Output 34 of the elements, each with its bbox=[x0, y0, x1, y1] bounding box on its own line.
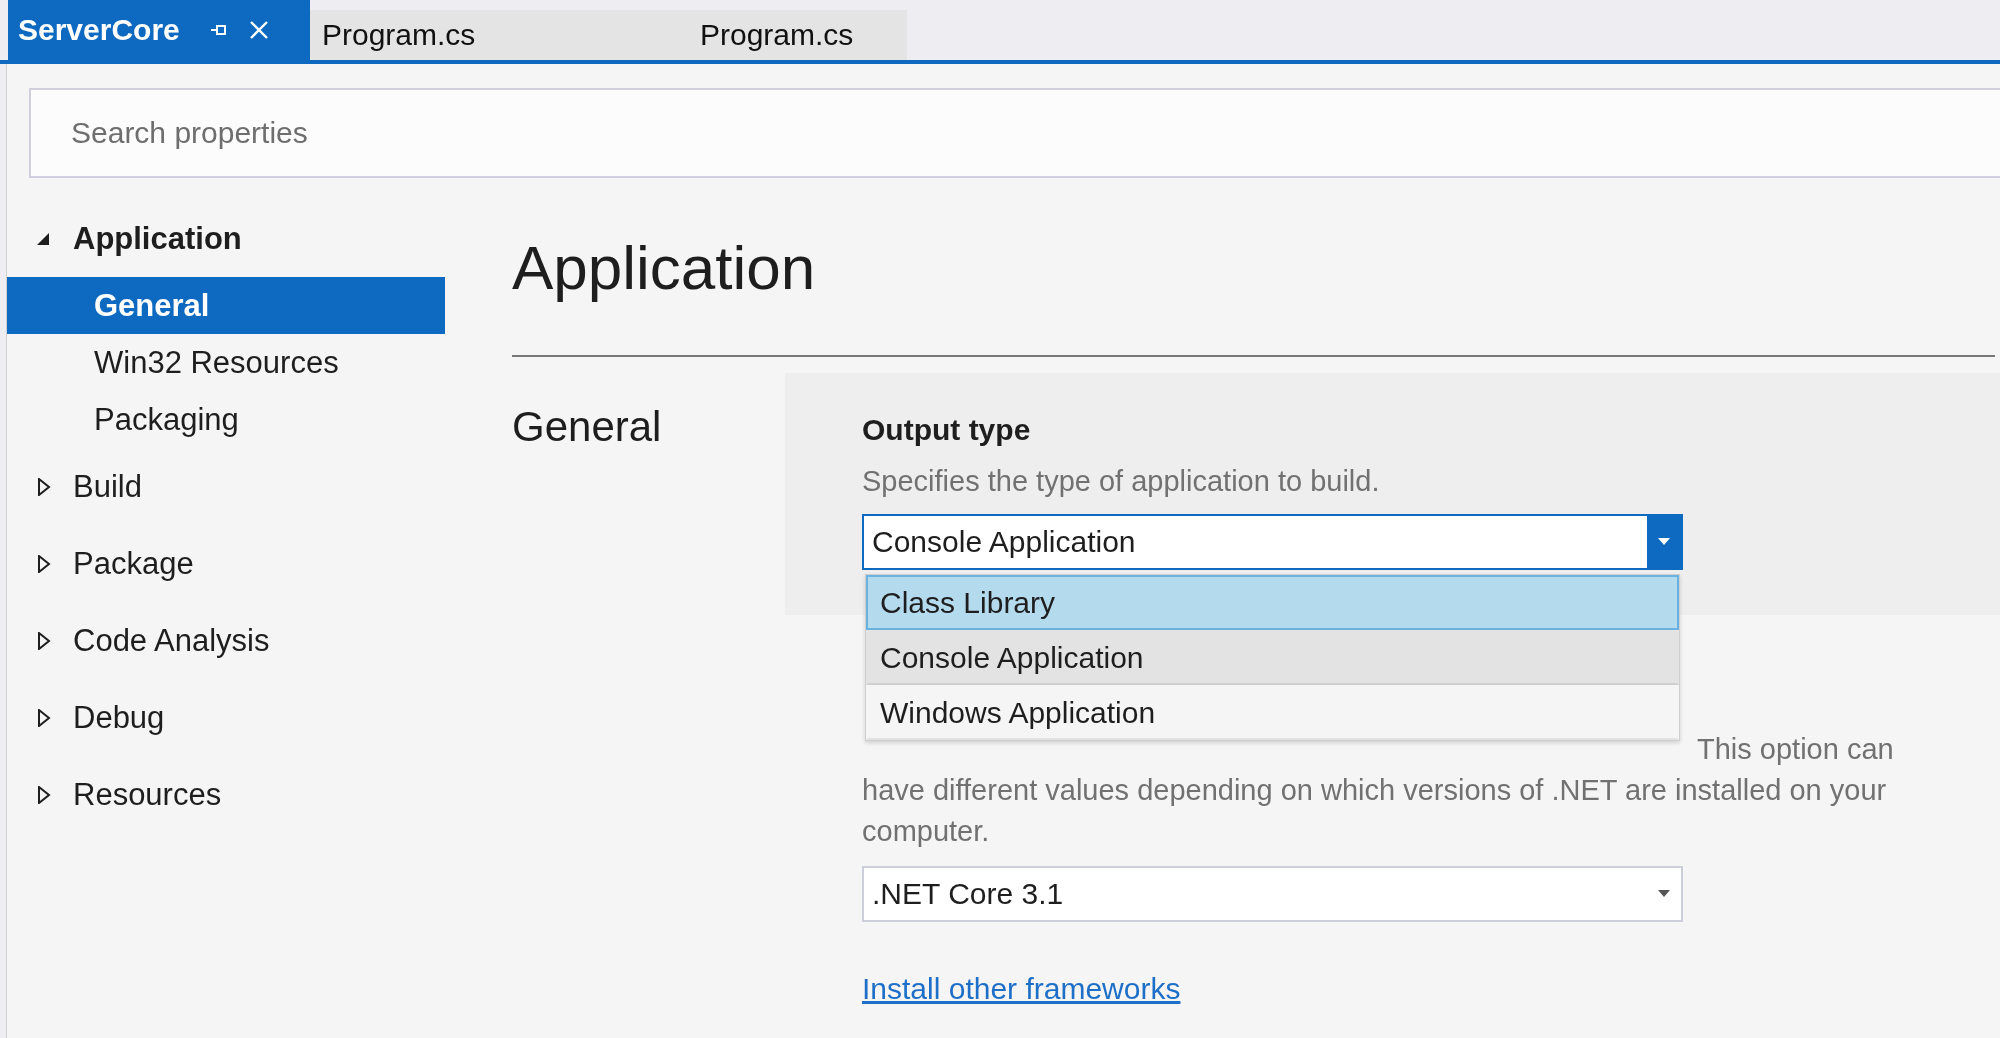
tab[interactable]: Program.cs bbox=[600, 10, 907, 60]
sidebar-item[interactable]: General bbox=[7, 277, 445, 334]
setting-description: Specifies the type of application to build. bbox=[862, 464, 1381, 499]
sidebar-item[interactable]: Package bbox=[7, 525, 445, 602]
dropdown[interactable]: .NET Core 3.1 bbox=[862, 866, 1683, 922]
close-icon bbox=[247, 19, 270, 41]
dropdown-option[interactable]: Class Library bbox=[866, 575, 1679, 630]
sidebar-item[interactable]: Packaging bbox=[7, 391, 445, 448]
sidebar-item[interactable]: Debug bbox=[7, 679, 445, 756]
install-link[interactable]: Install other frameworks bbox=[862, 972, 1181, 1005]
search-field[interactable]: Search properties bbox=[29, 88, 2000, 178]
collapsed-triangle-icon bbox=[37, 477, 51, 496]
dropdown-option[interactable]: Console Application bbox=[866, 630, 1679, 685]
collapsed-triangle-icon bbox=[37, 708, 51, 727]
sidebar-item[interactable]: Win32 Resources bbox=[7, 334, 445, 391]
dropdown-value: .NET Core 3.1 bbox=[871, 877, 1065, 911]
section-title: General bbox=[512, 402, 663, 452]
collapsed-triangle-icon bbox=[37, 554, 51, 573]
dropdown-option[interactable]: Windows Application bbox=[866, 685, 1679, 740]
caret-icon bbox=[1658, 890, 1670, 898]
sidebar-item[interactable]: Code Analysis bbox=[7, 602, 445, 679]
dropdown[interactable]: Console Application bbox=[862, 514, 1683, 570]
setting-title: Output type bbox=[862, 413, 1032, 447]
tab[interactable]: ServerCore bbox=[8, 0, 310, 60]
tab[interactable]: Program.cs bbox=[310, 10, 600, 60]
sidebar-item[interactable]: Resources bbox=[7, 756, 445, 833]
caret-icon bbox=[1658, 538, 1670, 546]
sidebar-item[interactable]: Application bbox=[7, 200, 445, 277]
expanded-triangle-icon bbox=[37, 231, 51, 246]
dropdown-value: Console Application bbox=[871, 525, 1137, 559]
page-title: Application bbox=[512, 178, 1995, 357]
sidebar-item[interactable]: Build bbox=[7, 448, 445, 525]
collapsed-triangle-icon bbox=[37, 631, 51, 650]
collapsed-triangle-icon bbox=[37, 785, 51, 804]
